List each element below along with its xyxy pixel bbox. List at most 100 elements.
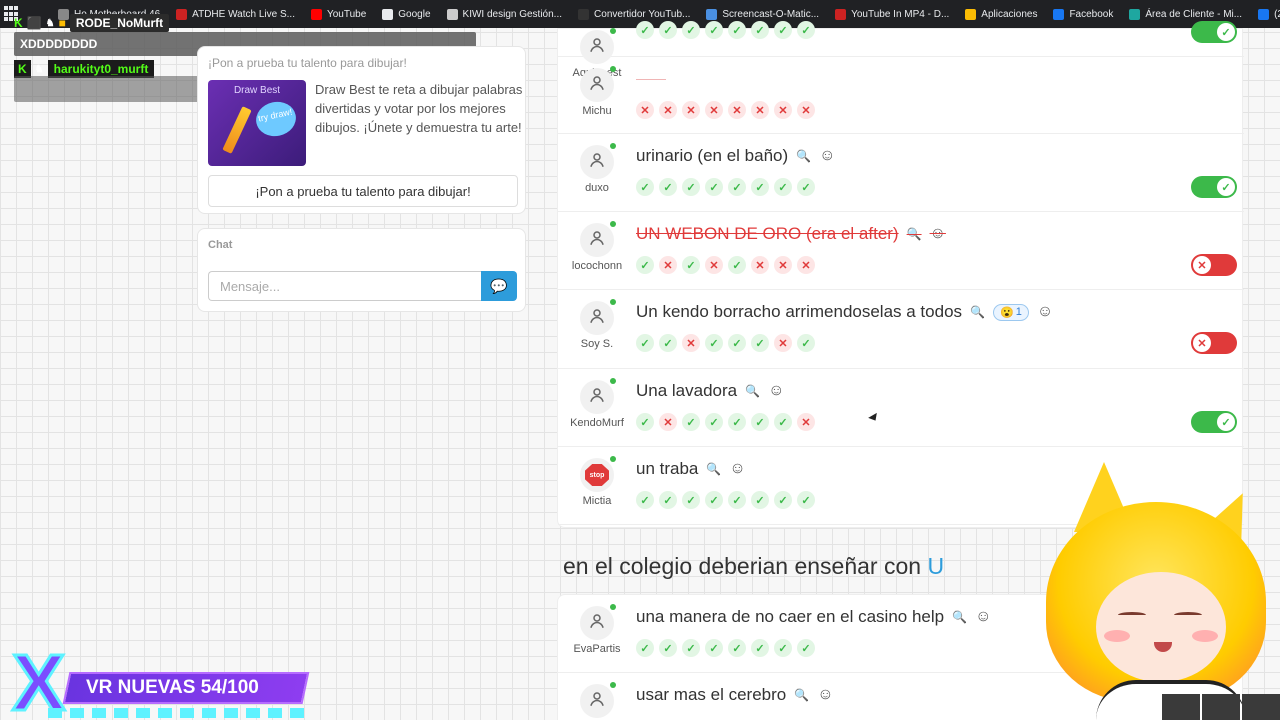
answer-text-line: urinario (en el baño) 🔍 ☺ bbox=[636, 146, 835, 166]
close-icon: ✕ bbox=[1193, 256, 1211, 274]
answer-row: duxo urinario (en el baño) 🔍 ☺ ✓ ✓ ✓ ✓ ✓ ✓ ✓ ✓ ✓ bbox=[558, 134, 1244, 212]
vote-list: ✓ ✕ ✓ ✓ ✓ ✓ ✓ ✕ bbox=[636, 413, 815, 431]
favicon-icon bbox=[578, 8, 590, 20]
chat-message-input[interactable] bbox=[208, 271, 481, 301]
promo-button[interactable]: ¡Pon a prueba tu talento para dibujar! bbox=[208, 175, 518, 207]
vote-cross-icon: ✕ bbox=[774, 101, 792, 119]
username: Michu bbox=[582, 105, 612, 117]
search-icon[interactable]: 🔍 bbox=[970, 305, 985, 319]
bookmark-item[interactable]: (2) sv de minecraft... bbox=[1250, 8, 1280, 20]
vote-check-icon: ✓ bbox=[797, 491, 815, 509]
avatar bbox=[580, 684, 614, 718]
valid-toggle[interactable]: ✓ bbox=[1191, 176, 1237, 198]
answer-row: KendoMurf Una lavadora 🔍 ☺ ✓ ✕ ✓ ✓ ✓ ✓ ✓ ✕ ✓ bbox=[558, 369, 1244, 447]
user-icon bbox=[588, 74, 606, 97]
bookmark-item[interactable]: Área de Cliente - Mi... bbox=[1121, 8, 1250, 20]
vote-check-icon: ✓ bbox=[659, 178, 677, 196]
bookmark-label: Convertidor YouTub... bbox=[594, 8, 691, 20]
reaction-badge[interactable]: 😮 1 bbox=[992, 303, 1029, 321]
vote-check-icon: ✓ bbox=[751, 178, 769, 196]
favicon-icon bbox=[446, 8, 458, 20]
answer-text: urinario (en el baño) bbox=[636, 146, 789, 165]
badge-icon: ■ bbox=[58, 16, 66, 30]
reaction-count: 1 bbox=[1015, 306, 1022, 318]
answer-text: Una lavadora bbox=[636, 381, 738, 400]
online-indicator bbox=[610, 66, 616, 72]
bookmark-item[interactable]: YouTube In MP4 - D... bbox=[827, 8, 957, 20]
avatar-eye bbox=[1174, 612, 1202, 618]
promo-card: ¡Pon a prueba tu talento para dibujar! D… bbox=[197, 46, 526, 214]
draw-best-image[interactable]: Draw Best try draw! bbox=[208, 80, 306, 166]
bookmark-item[interactable]: Convertidor YouTub... bbox=[570, 8, 698, 20]
bookmark-label: YouTube bbox=[326, 8, 367, 20]
search-icon[interactable]: 🔍 bbox=[794, 688, 809, 702]
vote-check-icon: ✓ bbox=[636, 178, 654, 196]
vote-check-icon: ✓ bbox=[728, 413, 746, 431]
search-icon[interactable]: 🔍 bbox=[796, 149, 811, 163]
add-reaction-icon[interactable]: ☺ bbox=[768, 382, 784, 400]
bookmark-item[interactable]: Google bbox=[374, 8, 438, 20]
round-prompt: en el colegio deberian enseñar con U bbox=[563, 553, 944, 580]
vote-check-icon: ✓ bbox=[636, 413, 654, 431]
vote-cross-icon: ✕ bbox=[659, 256, 677, 274]
online-indicator bbox=[610, 221, 616, 227]
vote-check-icon: ✓ bbox=[682, 413, 700, 431]
bookmark-item[interactable]: ATDHE Watch Live S... bbox=[168, 8, 303, 20]
close-icon: ✕ bbox=[1193, 334, 1211, 352]
vote-check-icon: ✓ bbox=[705, 334, 723, 352]
answer-text-line: Una lavadora 🔍 ☺ bbox=[636, 381, 784, 401]
vote-list: ✓ ✓ ✓ ✓ ✓ ✓ ✓ ✓ bbox=[636, 491, 815, 509]
vote-check-icon: ✓ bbox=[751, 21, 769, 39]
vtuber-avatar bbox=[1046, 462, 1280, 720]
vote-check-icon: ✓ bbox=[728, 334, 746, 352]
bookmark-item[interactable]: Facebook bbox=[1045, 8, 1121, 20]
search-icon[interactable]: 🔍 bbox=[952, 610, 967, 624]
webcam-thumb bbox=[1242, 694, 1280, 720]
speech-bubble: try draw! bbox=[252, 98, 300, 140]
bookmark-label: Facebook bbox=[1069, 8, 1114, 20]
stream-chat-line-1: K ⬛ ♞ ■ RODE_NoMurft bbox=[14, 14, 170, 32]
online-indicator bbox=[610, 682, 616, 688]
answer-row: Michu ✕ ✕ ✕ ✕ ✕ ✕ ✕ ✕ bbox=[558, 57, 1244, 134]
username: duxo bbox=[585, 182, 609, 194]
valid-toggle[interactable]: ✓ bbox=[1191, 411, 1237, 433]
valid-toggle[interactable]: ✕ bbox=[1191, 332, 1237, 354]
add-reaction-icon[interactable]: ☺ bbox=[930, 225, 946, 243]
chat-send-button[interactable]: 💬 bbox=[481, 271, 517, 301]
vote-list: ✓ ✓ ✓ ✓ ✓ ✓ ✓ ✓ bbox=[636, 21, 815, 39]
bookmark-item[interactable]: Screencast-O-Matic... bbox=[698, 8, 827, 20]
vote-check-icon: ✓ bbox=[797, 178, 815, 196]
vote-cross-icon: ✕ bbox=[797, 101, 815, 119]
vote-list: ✓ ✓ ✓ ✓ ✓ ✓ ✓ ✓ bbox=[636, 178, 815, 196]
add-reaction-icon[interactable]: ☺ bbox=[729, 460, 745, 478]
vote-check-icon: ✓ bbox=[682, 491, 700, 509]
bookmark-item[interactable]: Aplicaciones bbox=[957, 8, 1045, 20]
vote-check-icon: ✓ bbox=[636, 639, 654, 657]
bookmark-item[interactable]: YouTube bbox=[303, 8, 374, 20]
chat-title: Chat bbox=[208, 239, 233, 251]
vote-check-icon: ✓ bbox=[682, 178, 700, 196]
avatar bbox=[580, 145, 614, 179]
answer-text-line: un traba 🔍 ☺ bbox=[636, 459, 746, 479]
favicon-icon bbox=[965, 8, 977, 20]
add-reaction-icon[interactable]: ☺ bbox=[819, 147, 835, 165]
search-icon[interactable]: 🔍 bbox=[745, 384, 760, 398]
search-icon[interactable]: 🔍 bbox=[907, 227, 922, 241]
badge-icon: ♞ bbox=[34, 63, 44, 75]
username: Soy S. bbox=[580, 338, 614, 350]
round-prompt-text: en el colegio deberian enseñar con bbox=[563, 553, 922, 579]
promo-title: ¡Pon a prueba tu talento para dibujar! bbox=[208, 56, 407, 70]
answer-text-line: Un kendo borracho arrimendoselas a todos… bbox=[636, 302, 1053, 322]
vote-check-icon: ✓ bbox=[705, 413, 723, 431]
bookmark-item[interactable]: KIWI design Gestión... bbox=[439, 8, 571, 20]
valid-toggle[interactable]: ✓ bbox=[1191, 21, 1237, 43]
webcam-thumb bbox=[1162, 694, 1200, 720]
vote-check-icon: ✓ bbox=[636, 21, 654, 39]
avatar-blush bbox=[1192, 630, 1218, 642]
answer-text: usar mas el cerebro bbox=[636, 685, 787, 704]
search-icon[interactable]: 🔍 bbox=[706, 462, 721, 476]
add-reaction-icon[interactable]: ☺ bbox=[975, 608, 991, 626]
valid-toggle[interactable]: ✕ bbox=[1191, 254, 1237, 276]
add-reaction-icon[interactable]: ☺ bbox=[817, 686, 833, 704]
add-reaction-icon[interactable]: ☺ bbox=[1037, 303, 1053, 321]
